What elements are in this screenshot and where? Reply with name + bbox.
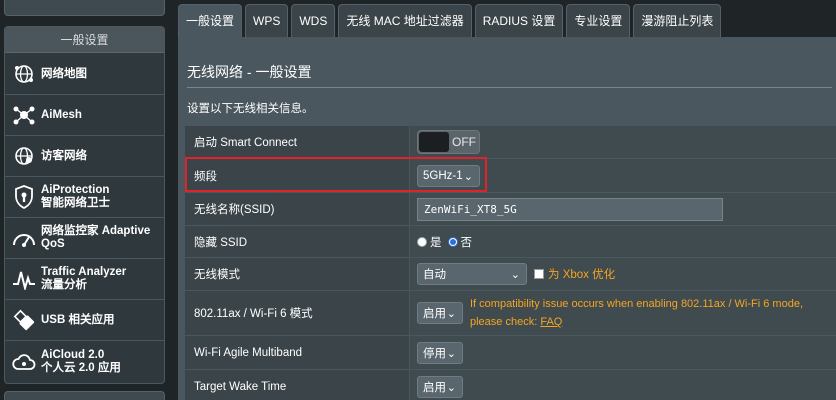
- sidebar-item-label: 网络监控家 Adaptive: [41, 225, 151, 237]
- twt-label: Target Wake Time: [185, 370, 409, 400]
- tab-roaming-block[interactable]: 漫游阻止列表: [633, 4, 722, 37]
- ax-warning-line1: If compatibility issue occurs when enabl…: [470, 298, 804, 310]
- sidebar-item-sublabel: 智能网络卫士: [41, 197, 110, 209]
- sidebar-item-label: AiMesh: [41, 108, 82, 121]
- hide-ssid-no-radio[interactable]: [447, 236, 458, 247]
- wireless-mode-label: 无线模式: [185, 258, 409, 290]
- wireless-mode-value: 自动 ⌄ 为 Xbox 优化: [410, 258, 836, 290]
- traffic-analyzer-icon: [12, 267, 36, 291]
- tab-general[interactable]: 一般设置: [178, 4, 243, 37]
- twt-select[interactable]: 启用 ⌄: [417, 375, 463, 398]
- tab-wds[interactable]: WDS: [291, 4, 336, 37]
- row-wireless-mode: 无线模式 自动 ⌄ 为 Xbox 优化: [185, 257, 836, 290]
- smart-connect-value: OFF: [410, 126, 836, 158]
- sidebar-item-label: 访客网络: [41, 149, 87, 162]
- sidebar-item-usb-apps[interactable]: USB 相关应用: [5, 300, 164, 341]
- wireless-mode-select-value: 自动: [423, 269, 446, 281]
- toggle-state-text: OFF: [452, 135, 476, 149]
- sidebar-item-label: 网络地图: [41, 67, 87, 80]
- ax-mode-select-value: 启用: [423, 308, 446, 320]
- hide-ssid-value: 是 否: [410, 226, 836, 257]
- hide-ssid-label: 隐藏 SSID: [185, 226, 409, 257]
- sidebar-item-text: 网络监控家 Adaptive QoS: [41, 225, 150, 251]
- smart-connect-toggle[interactable]: OFF: [417, 130, 480, 154]
- title-divider: [187, 87, 832, 88]
- chevron-down-icon: ⌄: [446, 381, 456, 394]
- page-title: 无线网络 - 一般设置: [187, 64, 312, 80]
- ax-warning-line2: please check:: [470, 316, 541, 328]
- sidebar: 一般设置 网络地图 AiMesh 访客网络 AiProtection 智能网络卫士: [4, 0, 165, 400]
- globe-network-icon: [12, 62, 36, 86]
- sidebar-top-item[interactable]: [4, 0, 165, 16]
- main-panel: 无线网络 - 一般设置 设置以下无线相关信息。 启动 Smart Connect…: [178, 37, 836, 400]
- sidebar-bottom-item[interactable]: [4, 391, 165, 400]
- agile-multiband-label: Wi-Fi Agile Multiband: [185, 336, 409, 369]
- twt-select-value: 启用: [423, 381, 446, 394]
- sidebar-item-label: USB 相关应用: [41, 313, 115, 326]
- chevron-down-icon: ⌄: [446, 308, 456, 320]
- sidebar-section-header: 一般设置: [5, 27, 164, 53]
- row-smart-connect: 启动 Smart Connect OFF: [185, 125, 836, 158]
- ssid-input[interactable]: [417, 197, 723, 221]
- hide-ssid-yes-label: 是: [430, 236, 442, 249]
- guest-network-icon: [12, 144, 36, 168]
- sidebar-item-label: Traffic Analyzer: [41, 266, 127, 278]
- qos-gauge-icon: [12, 226, 36, 250]
- toggle-knob: [419, 132, 449, 152]
- sidebar-item-text: AiProtection 智能网络卫士: [41, 184, 110, 210]
- tab-mac-filter[interactable]: 无线 MAC 地址过滤器: [338, 4, 472, 37]
- sidebar-item-adaptive-qos[interactable]: 网络监控家 Adaptive QoS: [5, 218, 164, 259]
- row-ssid: 无线名称(SSID): [185, 192, 836, 225]
- usb-icon: [12, 308, 36, 332]
- sidebar-item-sublabel: 个人云 2.0 应用: [41, 361, 121, 374]
- wireless-mode-select[interactable]: 自动 ⌄: [417, 263, 527, 285]
- sidebar-item-sublabel: 流量分析: [41, 279, 87, 291]
- aimesh-icon: [12, 103, 36, 127]
- ssid-value: [410, 193, 836, 225]
- sidebar-item-network-map[interactable]: 网络地图: [5, 54, 164, 95]
- row-ax-mode: 802.11ax / Wi-Fi 6 模式 启用 ⌄ If compatibil…: [185, 290, 836, 335]
- row-hide-ssid: 隐藏 SSID 是 否: [185, 225, 836, 257]
- twt-value: 启用 ⌄: [410, 370, 836, 400]
- tab-professional[interactable]: 专业设置: [566, 4, 631, 37]
- aicloud-icon: [12, 350, 36, 374]
- sidebar-item-sublabel: QoS: [41, 238, 65, 250]
- ax-compat-warning: If compatibility issue occurs when enabl…: [470, 295, 803, 331]
- xbox-optimize-label: 为 Xbox 优化: [548, 269, 616, 281]
- sidebar-item-aiprotection[interactable]: AiProtection 智能网络卫士: [5, 177, 164, 218]
- ax-mode-select[interactable]: 启用 ⌄: [417, 302, 463, 324]
- agile-multiband-select-value: 停用: [423, 347, 446, 360]
- smart-connect-label: 启动 Smart Connect: [185, 126, 409, 158]
- chevron-down-icon: ⌄: [510, 269, 520, 281]
- settings-tabs: 一般设置 WPS WDS 无线 MAC 地址过滤器 RADIUS 设置 专业设置…: [178, 4, 724, 37]
- sidebar-item-aimesh[interactable]: AiMesh: [5, 95, 164, 136]
- sidebar-item-label: AiProtection: [41, 184, 110, 196]
- page-description: 设置以下无线相关信息。: [187, 103, 314, 115]
- ax-mode-label: 802.11ax / Wi-Fi 6 模式: [185, 291, 409, 335]
- ssid-label: 无线名称(SSID): [185, 193, 409, 225]
- hide-ssid-yes-radio[interactable]: [417, 236, 427, 247]
- row-target-wake-time: Target Wake Time 启用 ⌄: [185, 369, 836, 400]
- ax-mode-value: 启用 ⌄ If compatibility issue occurs when …: [410, 291, 836, 335]
- sidebar-item-aicloud[interactable]: AiCloud 2.0 个人云 2.0 应用: [5, 341, 164, 382]
- chevron-down-icon: ⌄: [446, 347, 456, 360]
- row-agile-multiband: Wi-Fi Agile Multiband 停用 ⌄: [185, 335, 836, 369]
- xbox-optimize-checkbox[interactable]: [534, 269, 544, 279]
- aiprotection-shield-icon: [12, 185, 36, 209]
- sidebar-item-text: AiCloud 2.0 个人云 2.0 应用: [41, 349, 121, 375]
- hide-ssid-no-label: 否: [460, 236, 473, 249]
- faq-link[interactable]: FAQ: [540, 316, 562, 328]
- sidebar-item-text: Traffic Analyzer 流量分析: [41, 266, 126, 292]
- tab-wps[interactable]: WPS: [245, 4, 289, 37]
- sidebar-item-guest-network[interactable]: 访客网络: [5, 136, 164, 177]
- agile-multiband-value: 停用 ⌄: [410, 336, 836, 369]
- sidebar-item-label: AiCloud 2.0: [41, 348, 105, 361]
- band-highlight-box: [185, 157, 487, 192]
- sidebar-item-traffic-analyzer[interactable]: Traffic Analyzer 流量分析: [5, 259, 164, 300]
- agile-multiband-select[interactable]: 停用 ⌄: [417, 341, 463, 364]
- sidebar-general-panel: 一般设置 网络地图 AiMesh 访客网络 AiProtection 智能网络卫士: [4, 26, 165, 384]
- tab-radius[interactable]: RADIUS 设置: [474, 4, 564, 37]
